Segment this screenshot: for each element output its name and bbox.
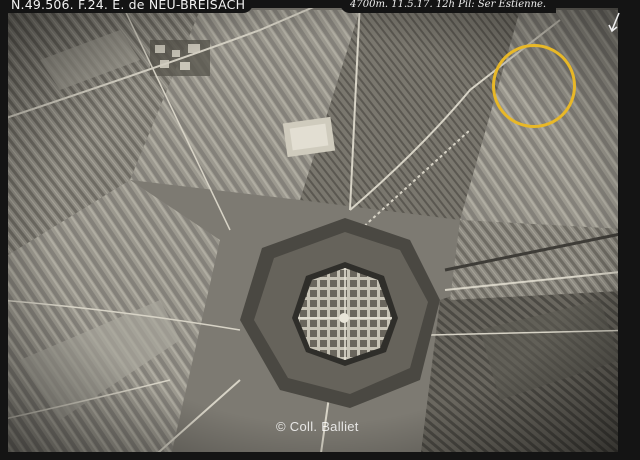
highlight-circle — [492, 44, 576, 128]
copyright-watermark: © Coll. Balliet — [276, 419, 359, 434]
photo-caption-strip: N.49.506. F.24. E. de NEU-BREISACH 4700m… — [0, 0, 640, 14]
photo-caption-left: N.49.506. F.24. E. de NEU-BREISACH — [3, 0, 254, 13]
photo-caption-right: 4700m. 11.5.17. 12h Pil: Ser Estienne. — [340, 0, 557, 13]
arrow-mark-icon — [608, 12, 620, 33]
